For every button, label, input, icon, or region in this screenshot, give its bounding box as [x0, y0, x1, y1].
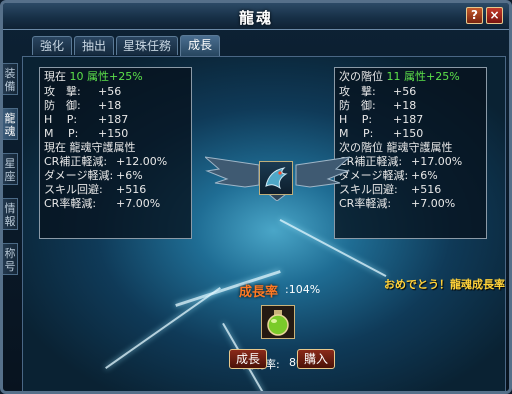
next-level-row: 次の階位 11 属性+25% — [339, 70, 460, 84]
next-stats-panel: 次の階位 11 属性+25% 攻 撃: +56 防 御: +18 H P: +187 … — [334, 67, 487, 239]
dragon-emblem-graphic — [265, 167, 288, 190]
guard-row: ダメージ軽減: +6% — [339, 169, 438, 183]
side-tab-equipment[interactable]: 装備 — [3, 63, 18, 95]
green-potion-icon[interactable] — [261, 305, 295, 339]
stat-label: M P: — [44, 127, 79, 140]
guard-row: ダメージ軽減: +6% — [44, 169, 143, 183]
guard-value: +12.00% — [116, 155, 168, 168]
guard-row: スキル回避: +516 — [339, 183, 441, 197]
side-tab-info[interactable]: 情報 — [3, 198, 18, 230]
window-title: 龍魂 — [238, 9, 273, 27]
next-level-value: 11 属性+25% — [386, 70, 460, 83]
lightning-bolt — [105, 287, 221, 369]
stat-row: 攻 撃: +56 — [339, 85, 416, 99]
stat-label: 防 御: — [339, 99, 376, 112]
stat-label: 防 御: — [44, 99, 81, 112]
tab-enhance[interactable]: 強化 — [32, 36, 72, 55]
close-button[interactable]: × — [486, 7, 503, 24]
side-tab-constellation[interactable]: 星座 — [3, 153, 18, 185]
guard-label: CR補正軽減: — [44, 155, 108, 168]
current-stats-panel: 現在 10 属性+25% 攻 撃: +56 防 御: +18 H P: +187 M … — [39, 67, 192, 239]
side-tab-dragon-soul[interactable]: 龍魂 — [3, 108, 18, 140]
guard-value: +516 — [116, 183, 147, 196]
stat-label: 攻 撃: — [339, 85, 376, 98]
stat-value: +18 — [393, 99, 417, 112]
guard-value: +7.00% — [116, 197, 161, 210]
next-level-label: 次の階位 — [339, 70, 383, 83]
stat-value: +187 — [98, 113, 129, 126]
guard-label: ダメージ軽減: — [44, 169, 114, 182]
stat-row: 防 御: +18 — [339, 99, 416, 113]
help-button[interactable]: ? — [466, 7, 483, 24]
guard-section-title: 次の階位 龍魂守護属性 — [339, 141, 453, 154]
stat-row: M P: +150 — [44, 127, 128, 141]
stat-value: +150 — [98, 127, 129, 140]
current-level-value: 10 属性+25% — [69, 70, 143, 83]
growth-rate-value: :104% — [285, 283, 321, 296]
stat-row: 防 御: +18 — [44, 99, 121, 113]
stat-label: H P: — [339, 113, 373, 126]
stat-row: M P: +150 — [339, 127, 423, 141]
potion-graphic — [267, 310, 289, 336]
guard-label: CR率軽減: — [44, 197, 97, 210]
guard-value: +7.00% — [411, 197, 456, 210]
dragon-soul-window: 龍魂 ? × 装備 龍魂 星座 情報 称号 強化 抽出 星珠任務 成長 現在 1… — [0, 0, 512, 394]
growth-rate-label: 成長率 — [239, 285, 279, 300]
guard-value: +6% — [411, 169, 438, 182]
tab-growth[interactable]: 成長 — [180, 35, 220, 56]
guard-row: CR補正軽減: +17.00% — [339, 155, 462, 169]
stat-value: +18 — [98, 99, 122, 112]
current-level-label: 現在 — [44, 70, 66, 83]
growth-panel: 現在 10 属性+25% 攻 撃: +56 防 御: +18 H P: +187 M … — [22, 56, 506, 391]
tab-extract[interactable]: 抽出 — [74, 36, 114, 55]
guard-value: +516 — [411, 183, 442, 196]
congrats-message: おめでとう！龍魂成長率+1% — [384, 278, 505, 291]
stat-label: 攻 撃: — [44, 85, 81, 98]
current-level-row: 現在 10 属性+25% — [44, 70, 143, 84]
guard-row: スキル回避: +516 — [44, 183, 146, 197]
guard-value: +6% — [116, 169, 143, 182]
guard-row: CR補正軽減: +12.00% — [44, 155, 167, 169]
guard-row: CR率軽減: +7.00% — [44, 197, 160, 211]
guard-label: スキル回避: — [44, 183, 103, 196]
stat-value: +56 — [393, 85, 417, 98]
stat-label: H P: — [44, 113, 78, 126]
stat-value: +187 — [393, 113, 424, 126]
tab-star-quest[interactable]: 星珠任務 — [116, 36, 178, 55]
dragon-emblem-icon[interactable] — [259, 161, 293, 195]
stat-value: +150 — [393, 127, 424, 140]
side-tab-title[interactable]: 称号 — [3, 243, 18, 275]
stat-value: +56 — [98, 85, 122, 98]
stat-row: H P: +187 — [339, 113, 423, 127]
guard-value: +17.00% — [411, 155, 463, 168]
grow-button[interactable]: 成長 — [229, 349, 267, 369]
stat-row: H P: +187 — [44, 113, 128, 127]
guard-section-title: 現在 龍魂守護属性 — [44, 141, 136, 154]
guard-row: CR率軽減: +7.00% — [339, 197, 455, 211]
stat-label: M P: — [339, 127, 374, 140]
stat-row: 攻 撃: +56 — [44, 85, 121, 99]
title-bar[interactable]: 龍魂 ? × — [3, 3, 509, 30]
buy-button[interactable]: 購入 — [297, 349, 335, 369]
